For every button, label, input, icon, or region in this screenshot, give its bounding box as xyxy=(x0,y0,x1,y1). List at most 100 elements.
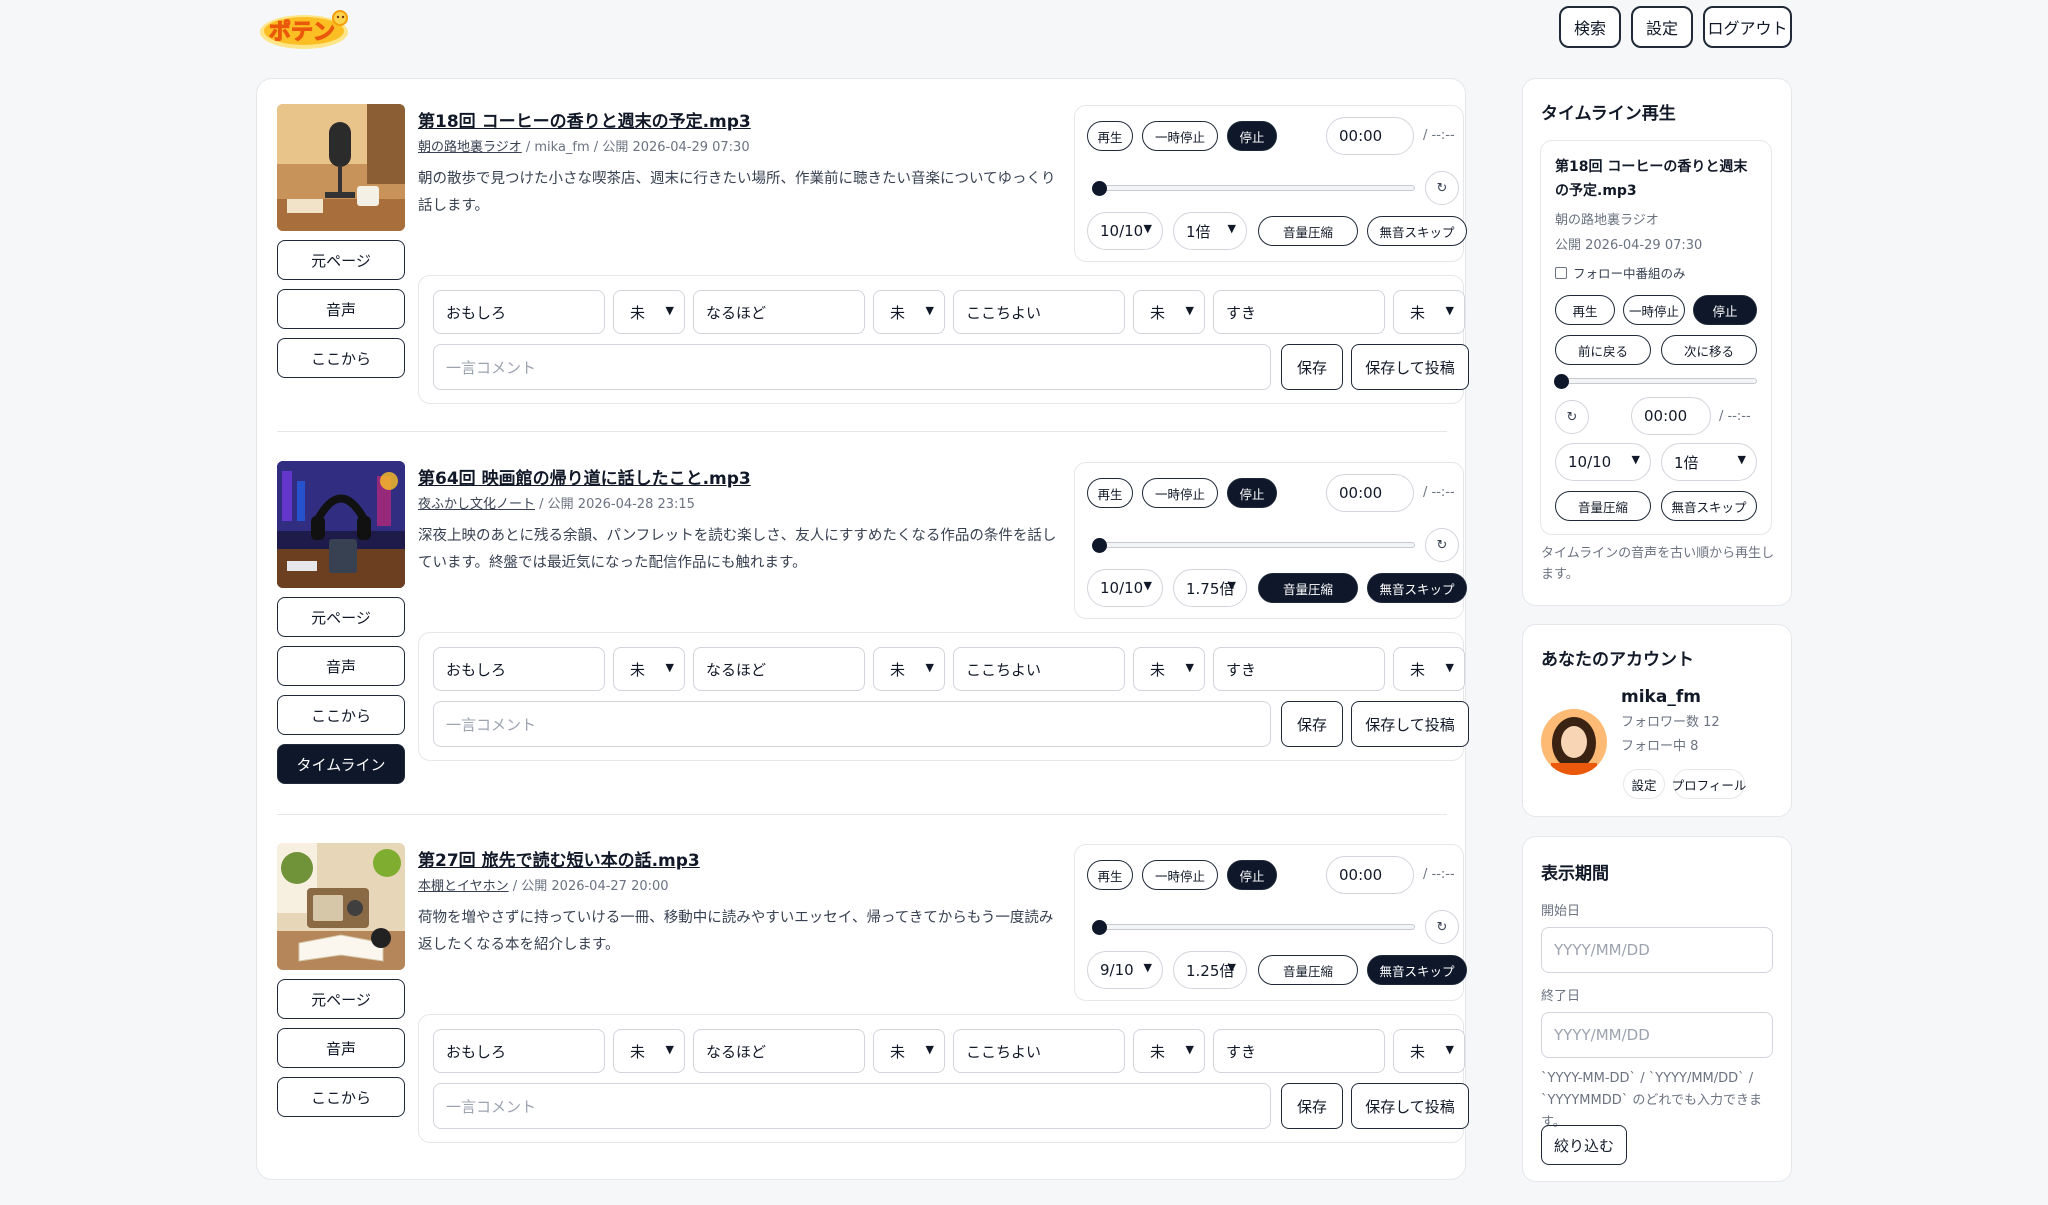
seek-slider[interactable] xyxy=(1093,185,1415,191)
seek-knob[interactable] xyxy=(1092,181,1107,196)
seek-slider[interactable] xyxy=(1093,924,1415,930)
stop-button[interactable]: 停止 xyxy=(1227,121,1277,151)
pause-button[interactable]: 一時停止 xyxy=(1142,121,1218,151)
silence-skip-toggle[interactable]: 無音スキップ xyxy=(1367,573,1467,603)
rating-select-comfort[interactable]: 未 ▼ xyxy=(1133,647,1205,691)
app-logo[interactable]: ポテン xyxy=(258,6,352,52)
timeline-volume-select[interactable]: 10/10 ▼ xyxy=(1555,443,1651,481)
end-date-input[interactable]: YYYY/MM/DD xyxy=(1541,1012,1773,1058)
save-and-post-button[interactable]: 保存して投稿 xyxy=(1351,1083,1469,1129)
timeline-seek-slider[interactable] xyxy=(1555,378,1757,384)
rating-select-like[interactable]: 未 ▼ xyxy=(1393,647,1465,691)
source-page-button[interactable]: 元ページ xyxy=(277,979,405,1019)
save-button[interactable]: 保存 xyxy=(1281,1083,1343,1129)
timeline-time-input[interactable]: 00:00 xyxy=(1631,397,1711,435)
timeline-silence-skip-toggle[interactable]: 無音スキップ xyxy=(1661,491,1757,521)
play-button[interactable]: 再生 xyxy=(1087,121,1133,151)
rating-select-insight[interactable]: 未 ▼ xyxy=(873,290,945,334)
reload-icon[interactable]: ↻ xyxy=(1425,910,1459,944)
rating-select-comfort[interactable]: 未 ▼ xyxy=(1133,1029,1205,1073)
comment-input[interactable]: 一言コメント xyxy=(433,701,1271,747)
program-link[interactable]: 朝の路地裏ラジオ xyxy=(418,140,522,155)
save-button[interactable]: 保存 xyxy=(1281,701,1343,747)
pause-button[interactable]: 一時停止 xyxy=(1142,860,1218,890)
stop-button[interactable]: 停止 xyxy=(1227,478,1277,508)
comment-input[interactable]: 一言コメント xyxy=(433,344,1271,390)
rating-select-like[interactable]: 未 ▼ xyxy=(1393,290,1465,334)
rating-value: 未 xyxy=(890,660,906,679)
rating-select-insight[interactable]: 未 ▼ xyxy=(873,647,945,691)
volume-select[interactable]: 9/10 ▼ xyxy=(1087,951,1163,989)
pause-button[interactable]: 一時停止 xyxy=(1142,478,1218,508)
program-link[interactable]: 本棚とイヤホン xyxy=(418,879,509,894)
comment-input[interactable]: 一言コメント xyxy=(433,1083,1271,1129)
stop-button[interactable]: 停止 xyxy=(1227,860,1277,890)
timeline-prev-button[interactable]: 前に戻る xyxy=(1555,335,1651,365)
filter-button[interactable]: 絞り込む xyxy=(1541,1125,1627,1165)
volume-select[interactable]: 10/10 ▼ xyxy=(1087,212,1163,250)
audio-button[interactable]: 音声 xyxy=(277,1028,405,1068)
silence-skip-toggle[interactable]: 無音スキップ xyxy=(1367,955,1467,985)
timeline-pause-button[interactable]: 一時停止 xyxy=(1623,295,1685,325)
seek-knob[interactable] xyxy=(1092,920,1107,935)
rating-select-funny[interactable]: 未 ▼ xyxy=(613,1029,685,1073)
rating-select-insight[interactable]: 未 ▼ xyxy=(873,1029,945,1073)
start-date-input[interactable]: YYYY/MM/DD xyxy=(1541,927,1773,973)
reload-icon[interactable]: ↻ xyxy=(1425,171,1459,205)
play-button[interactable]: 再生 xyxy=(1087,860,1133,890)
play-from-here-button[interactable]: ここから xyxy=(277,338,405,378)
timeline-seek-knob[interactable] xyxy=(1554,374,1569,389)
settings-button[interactable]: 設定 xyxy=(1631,6,1693,48)
seek-slider[interactable] xyxy=(1093,542,1415,548)
program-link[interactable]: 夜ふかし文化ノート xyxy=(418,497,535,512)
rating-select-funny[interactable]: 未 ▼ xyxy=(613,290,685,334)
following-count: フォロー中 8 xyxy=(1621,739,1699,754)
rating-select-funny[interactable]: 未 ▼ xyxy=(613,647,685,691)
time-input[interactable]: 00:00 xyxy=(1326,474,1414,512)
audio-button[interactable]: 音声 xyxy=(277,646,405,686)
follow-only-checkbox[interactable]: フォロー中番組のみ xyxy=(1555,263,1686,282)
rating-select-like[interactable]: 未 ▼ xyxy=(1393,1029,1465,1073)
audio-button[interactable]: 音声 xyxy=(277,289,405,329)
timeline-compress-toggle[interactable]: 音量圧縮 xyxy=(1555,491,1651,521)
speed-select[interactable]: 1倍 ▼ xyxy=(1173,212,1247,250)
episode-title[interactable]: 第27回 旅先で読む短い本の話.mp3 xyxy=(418,846,700,871)
timeline-stop-button[interactable]: 停止 xyxy=(1693,295,1757,325)
profile-button[interactable]: プロフィール xyxy=(1672,769,1746,799)
source-page-button[interactable]: 元ページ xyxy=(277,240,405,280)
checkbox-icon[interactable] xyxy=(1555,266,1567,279)
rating-value: 未 xyxy=(1150,660,1166,679)
time-input[interactable]: 00:00 xyxy=(1326,856,1414,894)
speed-select[interactable]: 1.75倍 ▼ xyxy=(1173,569,1247,607)
timeline-button[interactable]: タイムライン xyxy=(277,744,405,784)
speed-select[interactable]: 1.25倍 ▼ xyxy=(1173,951,1247,989)
rating-form: おもしろ 未 ▼ なるほど 未 ▼ ここちよい 未 ▼ すき 未 ▼ 一言コメント 保存… xyxy=(418,275,1469,404)
save-and-post-button[interactable]: 保存して投稿 xyxy=(1351,701,1469,747)
compress-toggle[interactable]: 音量圧縮 xyxy=(1258,955,1358,985)
seek-knob[interactable] xyxy=(1092,538,1107,553)
episode-title[interactable]: 第18回 コーヒーの香りと週末の予定.mp3 xyxy=(418,107,751,132)
time-input[interactable]: 00:00 xyxy=(1326,117,1414,155)
rating-select-comfort[interactable]: 未 ▼ xyxy=(1133,290,1205,334)
play-from-here-button[interactable]: ここから xyxy=(277,1077,405,1117)
play-button[interactable]: 再生 xyxy=(1087,478,1133,508)
compress-toggle[interactable]: 音量圧縮 xyxy=(1258,216,1358,246)
volume-select[interactable]: 10/10 ▼ xyxy=(1087,569,1163,607)
silence-skip-toggle[interactable]: 無音スキップ xyxy=(1367,216,1467,246)
search-button[interactable]: 検索 xyxy=(1559,6,1621,48)
source-page-button[interactable]: 元ページ xyxy=(277,597,405,637)
episode-title[interactable]: 第64回 映画館の帰り道に話したこと.mp3 xyxy=(418,464,751,489)
save-and-post-button[interactable]: 保存して投稿 xyxy=(1351,344,1469,390)
timeline-speed-select[interactable]: 1倍 ▼ xyxy=(1661,443,1757,481)
save-button[interactable]: 保存 xyxy=(1281,344,1343,390)
episode-description: 荷物を増やさずに持っていける一冊、移動中に読みやすいエッセイ、帰ってきてからもう… xyxy=(418,910,1054,953)
avatar[interactable] xyxy=(1541,709,1607,775)
reload-icon[interactable]: ↻ xyxy=(1425,528,1459,562)
play-from-here-button[interactable]: ここから xyxy=(277,695,405,735)
account-settings-button[interactable]: 設定 xyxy=(1623,769,1665,799)
timeline-reload-icon[interactable]: ↻ xyxy=(1555,400,1589,434)
compress-toggle[interactable]: 音量圧縮 xyxy=(1258,573,1358,603)
timeline-next-button[interactable]: 次に移る xyxy=(1661,335,1757,365)
timeline-play-button[interactable]: 再生 xyxy=(1555,295,1615,325)
logout-button[interactable]: ログアウト xyxy=(1703,6,1792,48)
